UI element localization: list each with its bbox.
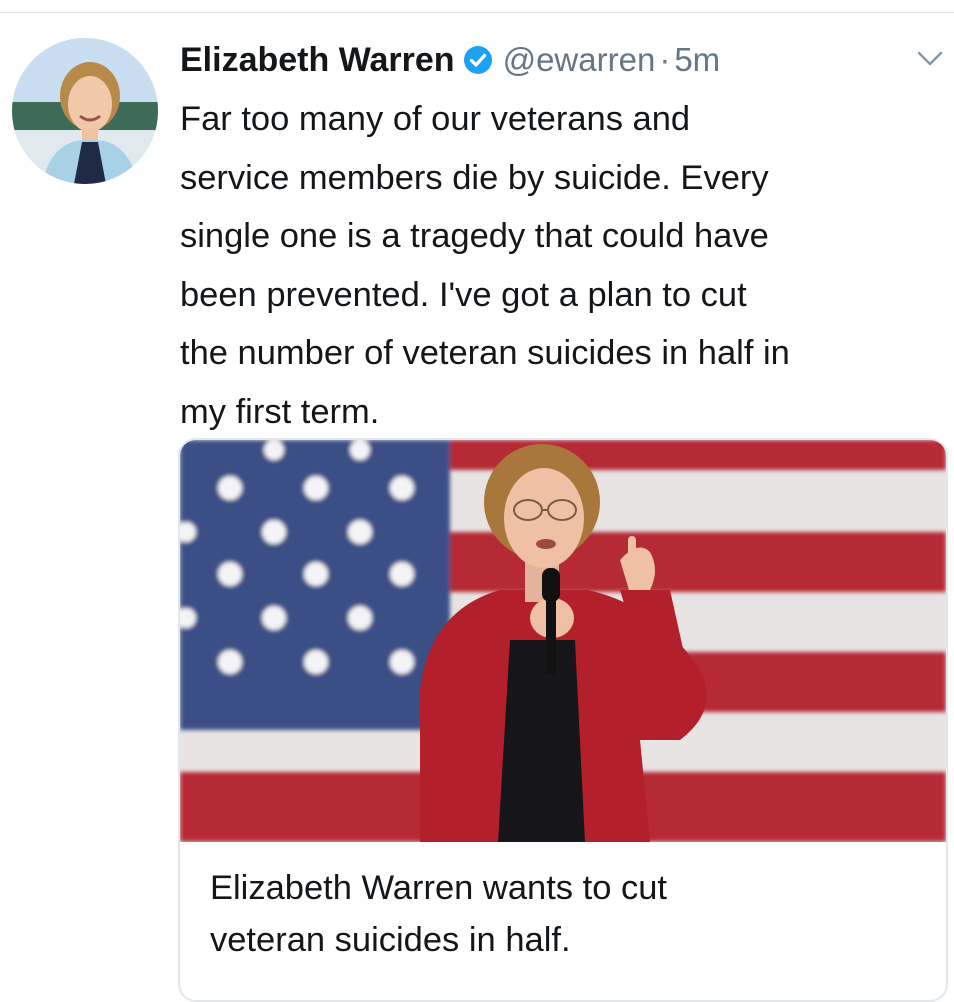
card-image <box>180 440 946 842</box>
tweet-text-line: my first term. <box>180 392 380 431</box>
card-title-line: veteran suicides in half. <box>210 921 571 959</box>
verified-badge-icon <box>463 45 493 75</box>
link-card[interactable]: Elizabeth Warren wants to cut veteran su… <box>178 438 948 1002</box>
tweet-text-line: the number of veteran suicides in half i… <box>180 334 790 372</box>
tweet-text: Far too many of our veterans and service… <box>180 90 948 441</box>
top-divider <box>0 12 954 13</box>
tweet-header: Elizabeth Warren @ewarren · 5m <box>180 36 720 84</box>
chevron-down-icon[interactable] <box>916 48 944 70</box>
timestamp[interactable]: 5m <box>674 41 720 79</box>
american-flag-photo <box>180 440 946 842</box>
separator-dot: · <box>659 41 671 78</box>
avatar-photo <box>12 38 158 184</box>
user-handle[interactable]: @ewarren <box>503 41 656 79</box>
tweet-text-line: been prevented. I've got a plan to cut <box>180 275 747 314</box>
tweet-text-line: service members die by suicide. Every <box>180 158 769 197</box>
tweet-text-line: Far too many of our veterans and <box>180 100 691 138</box>
display-name[interactable]: Elizabeth Warren <box>180 41 455 80</box>
avatar[interactable] <box>12 38 158 184</box>
card-title-line: Elizabeth Warren wants to cut <box>210 869 668 907</box>
tweet-text-line: single one is a tragedy that could have <box>180 217 769 255</box>
card-title: Elizabeth Warren wants to cut veteran su… <box>210 862 910 966</box>
